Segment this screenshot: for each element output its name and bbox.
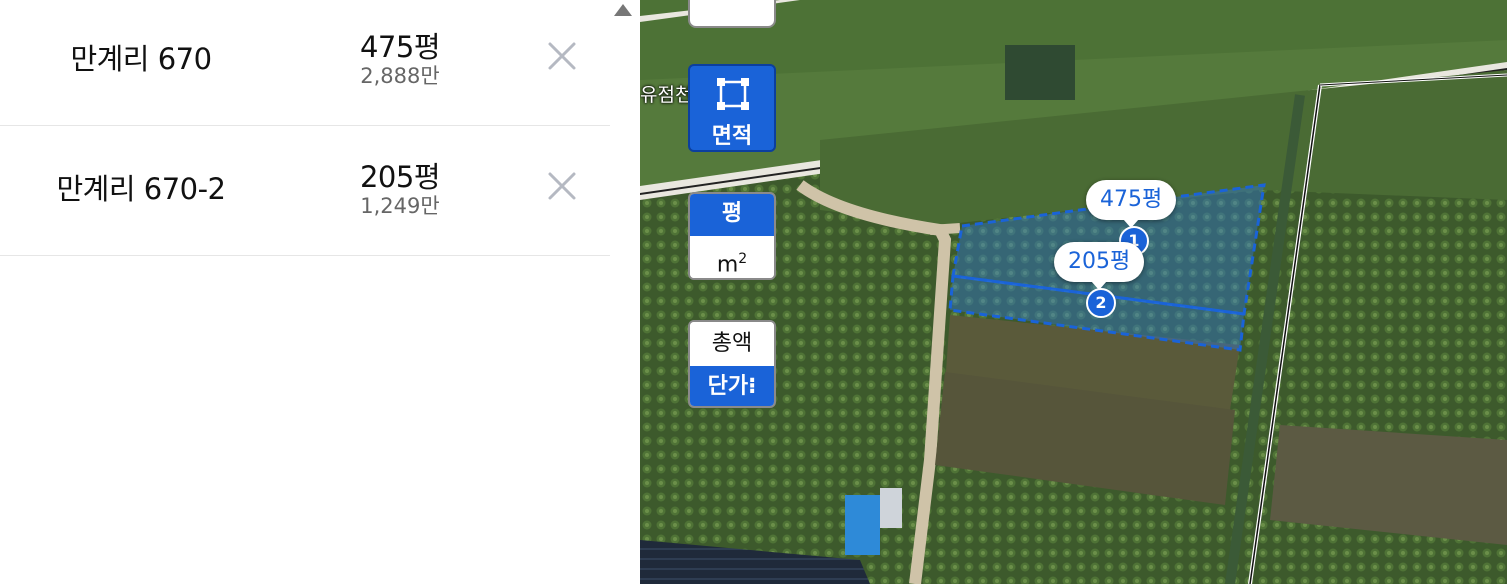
parcel-area-bubble[interactable]: 475평 [1086, 180, 1177, 228]
parcel-address: 만계리 670-2 [56, 172, 226, 206]
close-icon[interactable] [545, 39, 579, 73]
parcel-marker[interactable]: 2 [1086, 288, 1116, 318]
list-item[interactable]: 만계리 670-2 205평 1,249만 [0, 126, 610, 256]
unit-toggle: 평 m2 [688, 192, 776, 280]
unit-price-option[interactable]: 단가⁝ [690, 366, 774, 406]
unit-m2-base: m [716, 252, 739, 278]
map-tool-button[interactable] [688, 0, 776, 28]
close-icon[interactable] [545, 169, 579, 203]
parcel-price: 1,249만 [360, 194, 440, 218]
unit-m2-option[interactable]: m2 [690, 236, 774, 278]
scroll-up-icon[interactable] [614, 4, 632, 16]
area-measure-label: 면적 [711, 124, 753, 149]
unit-pyeong-option[interactable]: 평 [690, 194, 774, 236]
price-mode-toggle: 총액 단가⁝ [688, 320, 776, 408]
parcel-list-panel: 만계리 670 475평 2,888만 만계리 670-2 205평 1,249… [0, 0, 610, 584]
list-item[interactable]: 만계리 670 475평 2,888만 [0, 0, 610, 126]
parcel-area-bubble[interactable]: 205평 [1054, 242, 1145, 290]
parcel-address: 만계리 670 [70, 42, 212, 76]
total-price-option[interactable]: 총액 [690, 322, 774, 366]
area-icon [717, 78, 749, 110]
area-measure-button[interactable]: 면적 [688, 64, 776, 152]
stream-label: 유점천 [640, 84, 693, 106]
parcel-price: 2,888만 [360, 64, 440, 88]
unit-m2-exponent: 2 [738, 251, 748, 267]
satellite-map[interactable]: 유점천 면적 평 m2 총액 단가⁝ 475평 1 205평 2 [640, 0, 1507, 584]
